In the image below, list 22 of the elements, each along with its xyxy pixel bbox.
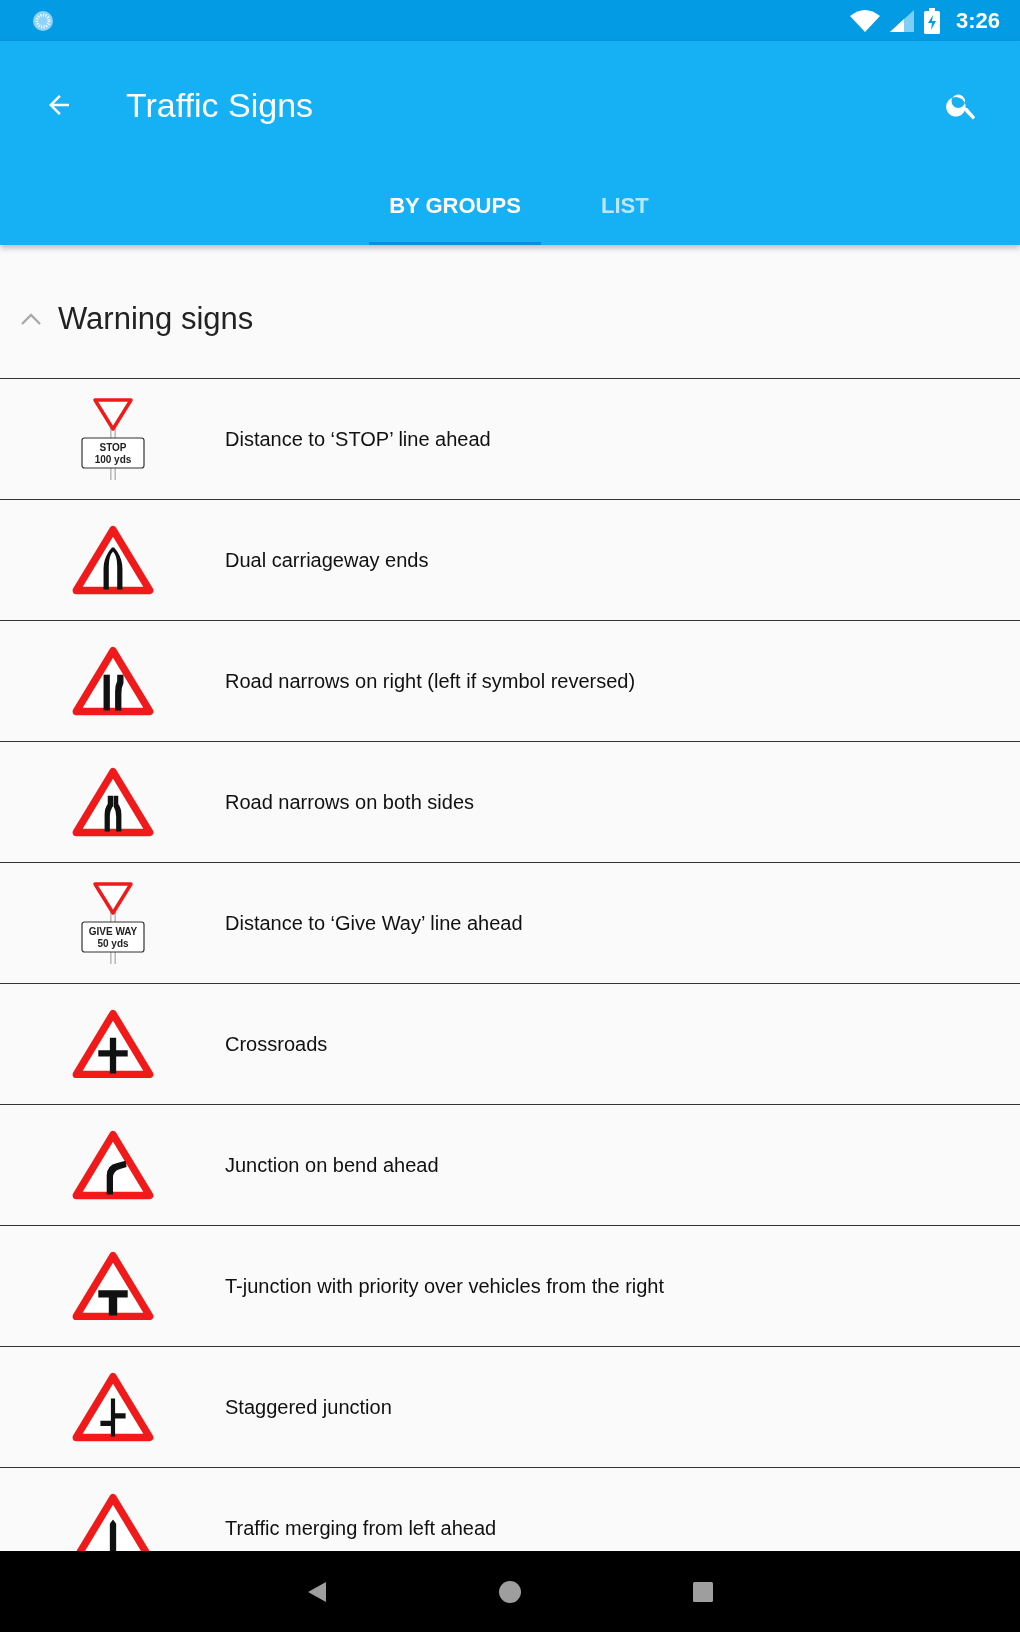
sign-name[interactable]: Staggered junction [225, 1395, 392, 1419]
signal-icon [889, 9, 914, 32]
sign-name[interactable]: Distance to ‘STOP’ line ahead [225, 427, 491, 451]
sign-name[interactable]: Road narrows on right (left if symbol reversed) [225, 669, 636, 693]
sign-name[interactable]: Dual carriageway ends [225, 548, 429, 572]
back-nav-button[interactable] [306, 1579, 328, 1604]
home-nav-button[interactable] [498, 1579, 522, 1604]
sign-drawing: GIVE WAY 50 yds [79, 880, 146, 966]
sign-name[interactable]: Distance to ‘Give Way’ line ahead [225, 911, 523, 935]
sign-name[interactable]: Traffic merging from left ahead [225, 1516, 497, 1540]
status-circle-icon [32, 9, 54, 32]
sign-name[interactable]: Road narrows on both sides [225, 790, 475, 814]
sign-name[interactable]: T-junction with priority over vehicles from the right [225, 1274, 665, 1298]
wifi-icon [849, 9, 880, 32]
sign-name[interactable]: Junction on bend ahead [225, 1153, 439, 1177]
sign-drawing: STOP 100 yds [79, 396, 146, 482]
status-time: 3:26 [955, 7, 1000, 34]
sign-name[interactable]: Crossroads [225, 1032, 328, 1056]
app-title: Traffic Signs [126, 85, 315, 125]
battery-charging-icon [923, 7, 940, 34]
section-title: Warning signs [58, 301, 254, 337]
recents-nav-button[interactable] [692, 1580, 714, 1603]
